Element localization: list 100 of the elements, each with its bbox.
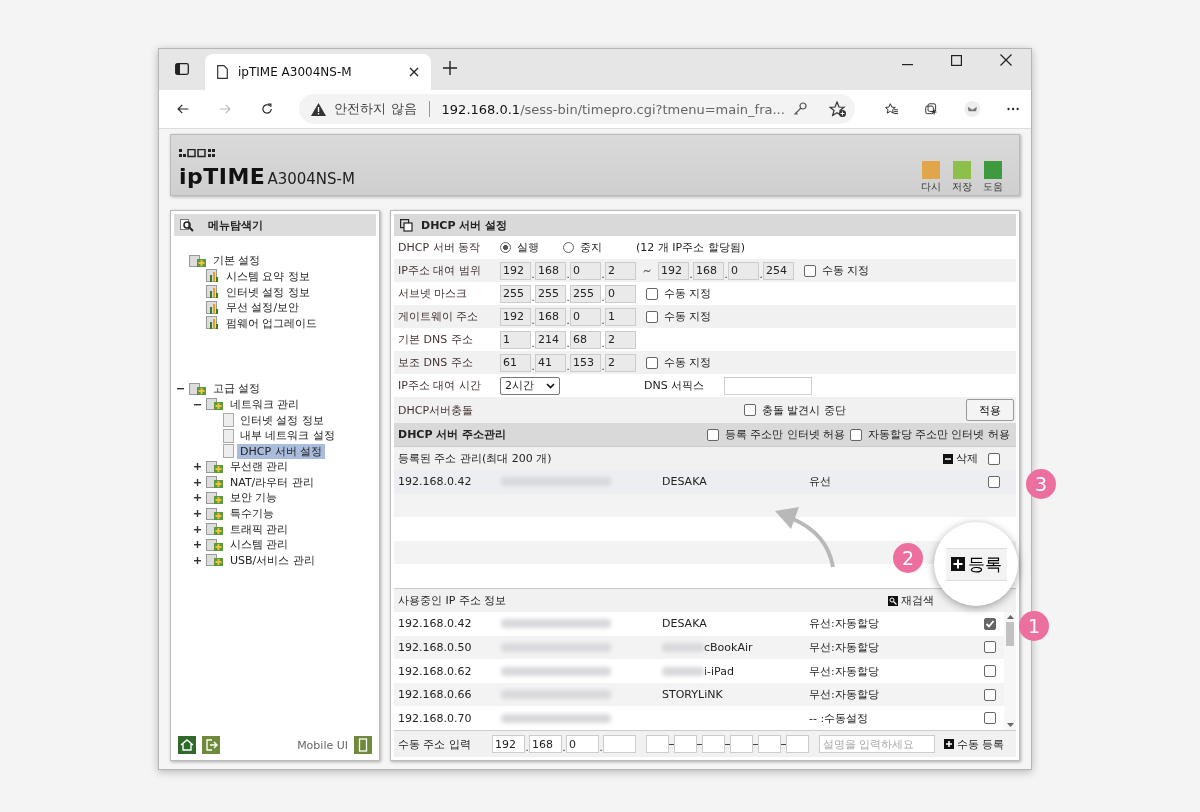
minimize-icon[interactable]: [902, 64, 913, 67]
ip-octet-field[interactable]: 2: [605, 261, 636, 280]
mac-octet-field[interactable]: [702, 735, 725, 753]
register-button[interactable]: 등록: [945, 547, 1007, 581]
more-icon[interactable]: [1006, 107, 1019, 112]
ip-octet-field[interactable]: 0: [570, 261, 601, 280]
ip-octet-field[interactable]: [603, 735, 636, 753]
mac-octet-field[interactable]: [758, 735, 781, 753]
ip-octet-field[interactable]: 1: [500, 330, 531, 349]
home-icon[interactable]: [178, 736, 196, 754]
ip-octet-field[interactable]: 168: [529, 735, 562, 753]
lease-time-select[interactable]: 2시간: [500, 376, 560, 395]
header-action[interactable]: 도움: [979, 161, 1007, 195]
checkbox[interactable]: [646, 287, 658, 300]
checkbox[interactable]: [988, 452, 1000, 465]
ip-octet-field[interactable]: 2: [605, 353, 636, 372]
delete-button[interactable]: 삭제: [943, 451, 978, 467]
tree-item[interactable]: 시스템 관리: [227, 537, 292, 553]
mac-octet-field[interactable]: [730, 735, 753, 753]
ip-octet-field[interactable]: 254: [763, 261, 794, 280]
checkbox[interactable]: [984, 712, 996, 725]
scroll-up-icon[interactable]: [1006, 615, 1014, 620]
ip-octet-field[interactable]: 1: [605, 307, 636, 326]
ip-octet-field[interactable]: 192: [500, 261, 531, 280]
ip-octet-field[interactable]: 41: [535, 353, 566, 372]
ip-octet-field[interactable]: 168: [535, 261, 566, 280]
mobile-ui-link[interactable]: Mobile UI: [297, 738, 348, 752]
checkbox[interactable]: [984, 688, 996, 701]
expand-icon[interactable]: [194, 556, 201, 564]
ip-octet-field[interactable]: 153: [570, 353, 601, 372]
tree-item[interactable]: 시스템 요약 정보: [223, 268, 313, 284]
radio-option[interactable]: 실행: [500, 240, 539, 256]
mac-octet-field[interactable]: [674, 735, 697, 753]
expand-icon[interactable]: [194, 494, 201, 502]
tree-item[interactable]: 인터넷 설정 정보: [223, 284, 313, 300]
new-tab-icon[interactable]: [443, 61, 457, 76]
address-bar[interactable]: 안전하지 않음 192.168.0.1/sess-bin/timepro.cgi?tmenu=main_fra...: [299, 94, 855, 125]
maximize-icon[interactable]: [951, 55, 962, 67]
add-favorite-icon[interactable]: [828, 100, 847, 118]
ip-octet-field[interactable]: 214: [535, 330, 566, 349]
lease-row[interactable]: 192.168.0.62 i-iPad 무선:자동할당: [394, 659, 1004, 683]
ip-octet-field[interactable]: 192: [658, 261, 689, 280]
manual-register-button[interactable]: 수동 등록: [943, 736, 1004, 752]
header-action[interactable]: 저장: [948, 161, 976, 195]
lease-row[interactable]: 192.168.0.70 -- :수동설정: [394, 706, 1004, 730]
lease-row[interactable]: 192.168.0.66 STORYLiNK 무선:자동할당: [394, 682, 1004, 707]
tree-item[interactable]: 특수기능: [227, 506, 277, 522]
checkbox[interactable]: [849, 428, 862, 441]
close-icon[interactable]: [409, 67, 419, 78]
ip-octet-field[interactable]: 255: [535, 284, 566, 303]
header-action[interactable]: 다시: [917, 161, 945, 195]
ip-octet-field[interactable]: 0: [570, 307, 601, 326]
lease-row[interactable]: 192.168.0.42 DESAKA 유선:자동할당: [394, 612, 1004, 636]
tab-actions-icon[interactable]: [175, 63, 189, 76]
logout-icon[interactable]: [202, 736, 220, 754]
browser-tab[interactable]: ipTIME A3004NS-M: [205, 54, 431, 91]
mac-octet-field[interactable]: [646, 735, 669, 753]
checkbox[interactable]: [804, 264, 816, 277]
checkbox[interactable]: [744, 404, 756, 417]
tree-item[interactable]: 트래픽 관리: [227, 521, 292, 537]
checkbox[interactable]: [707, 428, 719, 441]
scroll-down-icon[interactable]: [1006, 723, 1014, 727]
ip-octet-field[interactable]: 168: [535, 307, 566, 326]
tree-item[interactable]: 네트워크 관리: [227, 396, 303, 412]
tree-item[interactable]: 무선 설정/보안: [223, 300, 303, 316]
scroll-thumb[interactable]: [1006, 622, 1014, 647]
expand-icon[interactable]: [194, 463, 201, 471]
key-icon[interactable]: [792, 102, 807, 117]
ip-octet-field[interactable]: 68: [570, 330, 601, 349]
tree-item[interactable]: 인터넷 설정 정보: [237, 412, 327, 428]
tree-item[interactable]: 보안 기능: [227, 490, 281, 506]
ip-octet-field[interactable]: 255: [570, 284, 601, 303]
tree-item[interactable]: 고급 설정: [210, 381, 264, 397]
rescan-button[interactable]: 재검색: [888, 593, 934, 609]
ip-octet-field[interactable]: 192: [492, 735, 525, 753]
mac-octet-field[interactable]: [786, 735, 809, 753]
phone-icon[interactable]: [354, 736, 372, 754]
ip-octet-field[interactable]: 2: [605, 330, 636, 349]
checkbox[interactable]: [646, 356, 658, 369]
ip-octet-field[interactable]: 0: [605, 284, 636, 303]
expand-icon[interactable]: [194, 541, 201, 549]
tree-item[interactable]: 내부 네트워크 설정: [237, 428, 338, 444]
ip-octet-field[interactable]: 255: [500, 284, 531, 303]
checkbox[interactable]: [988, 475, 1000, 488]
tree-item[interactable]: 무선랜 관리: [227, 459, 292, 475]
tree-item[interactable]: 기본 설정: [210, 253, 264, 269]
ip-octet-field[interactable]: 192: [500, 307, 531, 326]
tree-item[interactable]: USB/서비스 관리: [227, 552, 318, 568]
scrollbar[interactable]: [1004, 612, 1016, 730]
expand-icon[interactable]: [194, 510, 201, 518]
radio-option[interactable]: 중지: [563, 240, 602, 256]
tree-item[interactable]: NAT/라우터 관리: [227, 474, 317, 490]
apply-button[interactable]: 적용: [966, 399, 1014, 422]
registered-row[interactable]: 192.168.0.42 DESAKA 유선: [394, 470, 1016, 494]
description-field[interactable]: 설명을 입력하세요: [819, 735, 935, 753]
close-icon[interactable]: [1000, 54, 1012, 67]
expand-icon[interactable]: [194, 478, 201, 486]
checkbox[interactable]: [984, 641, 996, 654]
checkbox[interactable]: [984, 665, 996, 677]
ip-octet-field[interactable]: 0: [566, 735, 599, 753]
